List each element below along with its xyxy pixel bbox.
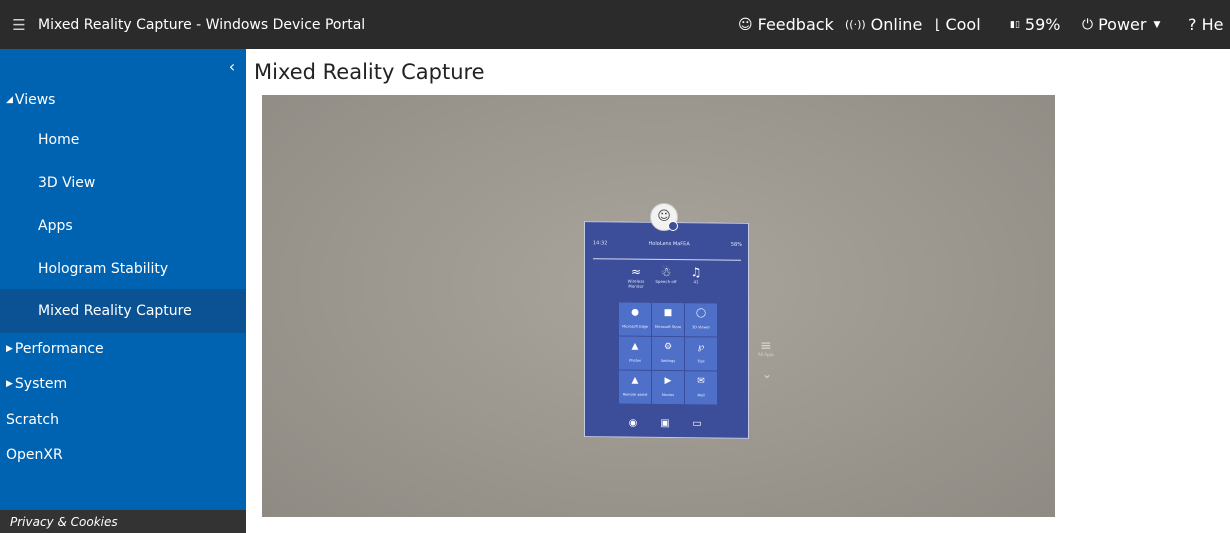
holo-quick-label: 41 xyxy=(693,279,699,285)
wireless-signal-icon: ((·)) xyxy=(845,18,866,31)
thermal-label: Cool xyxy=(945,15,981,34)
sidebar-item-openxr[interactable]: OpenXR xyxy=(0,435,246,475)
help-label: ? He xyxy=(1188,15,1224,34)
sidebar-item-label: 3D View xyxy=(38,175,96,191)
privacy-cookies-link[interactable]: Privacy & Cookies xyxy=(0,510,246,533)
holo-quick-action: ☃ Speech off xyxy=(651,265,681,291)
online-status[interactable]: ((·)) Online xyxy=(845,0,922,49)
tips-icon: ℘ xyxy=(697,342,705,353)
sidebar-item-scratch[interactable]: Scratch xyxy=(0,400,246,440)
feedback-button[interactable]: ☺ Feedback xyxy=(738,0,834,49)
all-apps-label: All Apps xyxy=(758,352,775,357)
hololens-start-menu: 14:32 HoloLens MaFEA 58% ≈ Wireless Moni… xyxy=(584,221,749,439)
photos-icon: ▲ xyxy=(631,341,639,352)
collapse-sidebar-button[interactable]: ‹ xyxy=(222,57,242,77)
sidebar-item-hologram-stability[interactable]: Hologram Stability xyxy=(0,247,246,291)
caret-down-icon: ▼ xyxy=(1153,19,1161,30)
nav-group-views-label: Views xyxy=(14,92,56,108)
chevron-left-icon: ‹ xyxy=(228,57,236,76)
online-label: Online xyxy=(870,15,923,34)
triangle-right-icon: ▶ xyxy=(6,379,13,389)
top-bar: ☰ Mixed Reality Capture - Windows Device… xyxy=(0,0,1230,49)
holo-quick-action: ♫ 41 xyxy=(681,265,711,291)
power-menu-button[interactable]: ⏻ Power ▼ xyxy=(1082,0,1160,49)
smiley-icon: ☺ xyxy=(738,16,753,33)
hamburger-icon: ☰ xyxy=(12,15,26,34)
sidebar-item-home[interactable]: Home xyxy=(0,118,246,162)
triangle-down-icon: ◢ xyxy=(6,95,13,105)
holo-quick-label: Wireless Monitor xyxy=(627,278,645,289)
holo-tile: ◯ 3D Viewer xyxy=(685,303,717,337)
sidebar-item-apps[interactable]: Apps xyxy=(0,204,246,248)
thermometer-icon: ⌊ xyxy=(935,16,941,33)
nav-group-views[interactable]: ◢ Views xyxy=(0,78,246,122)
sidebar-item-label: Hologram Stability xyxy=(38,261,169,277)
holo-tile: ℘ Tips xyxy=(685,337,717,371)
help-button[interactable]: ? He xyxy=(1188,0,1223,49)
sidebar-item-label: Apps xyxy=(38,218,73,234)
sidebar-item-label: Scratch xyxy=(6,412,59,428)
sidebar-item-mixed-reality-capture[interactable]: Mixed Reality Capture xyxy=(0,289,246,333)
holo-battery: 58% xyxy=(730,241,742,248)
video-icon: ▣ xyxy=(660,417,670,430)
camera-icon: ◉ xyxy=(628,417,638,429)
battery-status[interactable]: ▮▯ 59% xyxy=(1010,0,1060,49)
nav-group-system-label: System xyxy=(14,376,68,392)
movies-icon: ▶ xyxy=(664,375,672,387)
battery-label: 59% xyxy=(1024,15,1061,34)
store-icon: ■ xyxy=(663,307,673,319)
capture-preview: 14:32 HoloLens MaFEA 58% ≈ Wireless Moni… xyxy=(262,95,1055,517)
hamburger-menu-button[interactable]: ☰ xyxy=(0,0,38,49)
holo-tile: ▲ Photos xyxy=(619,336,651,370)
holo-tile: ⚙ Settings xyxy=(652,336,684,371)
holo-divider xyxy=(593,258,741,261)
holo-badge-indicator xyxy=(668,221,678,231)
holo-tile: ▲ Remote assist xyxy=(619,370,651,404)
mail-icon: ✉ xyxy=(697,376,705,387)
sidebar-item-label: Home xyxy=(38,132,80,148)
remote-assist-icon: ▲ xyxy=(631,375,639,386)
chevron-down-icon: ⌄ xyxy=(762,367,773,381)
wireless-icon: ≈ xyxy=(630,264,642,279)
volume-icon: ♫ xyxy=(690,265,702,280)
feedback-label: Feedback xyxy=(757,15,834,34)
thermal-status[interactable]: ⌊ Cool xyxy=(935,0,981,49)
settings-icon: ⚙ xyxy=(663,341,673,353)
holo-tile: ▶ Movies xyxy=(652,370,684,405)
holo-quick-label: Speech off xyxy=(655,278,677,285)
cube-icon: ◯ xyxy=(695,308,707,319)
holo-tile: ■ Microsoft Store xyxy=(652,302,684,337)
holo-status-row: 14:32 HoloLens MaFEA 58% xyxy=(585,240,750,256)
battery-icon: ▮▯ xyxy=(1010,19,1020,30)
edge-icon: ● xyxy=(631,307,639,318)
holo-tile: ✉ Mail xyxy=(685,371,717,405)
holo-time: 14:32 xyxy=(593,240,608,247)
nav-group-performance[interactable]: ▶ Performance xyxy=(0,329,246,369)
cast-icon: ▭ xyxy=(692,418,702,430)
holo-tile: ● Microsoft Edge xyxy=(619,302,651,336)
app-title: Mixed Reality Capture - Windows Device P… xyxy=(38,16,366,33)
holo-quick-action: ≈ Wireless Monitor xyxy=(621,265,651,291)
page-title: Mixed Reality Capture xyxy=(254,60,485,84)
sidebar-item-label: OpenXR xyxy=(6,447,63,463)
power-icon: ⏻ xyxy=(1082,16,1094,33)
nav-group-system[interactable]: ▶ System xyxy=(0,364,246,404)
microphone-icon: ☃ xyxy=(660,264,672,280)
power-label: Power xyxy=(1098,15,1147,34)
sidebar: ‹ ◢ Views Home 3D View Apps Hologram Sta… xyxy=(0,49,246,533)
privacy-cookies-label: Privacy & Cookies xyxy=(10,514,118,529)
holo-device-name: HoloLens MaFEA xyxy=(648,240,690,248)
nav-group-performance-label: Performance xyxy=(14,341,104,357)
triangle-right-icon: ▶ xyxy=(6,344,13,354)
sidebar-item-3d-view[interactable]: 3D View xyxy=(0,161,246,205)
sidebar-item-label: Mixed Reality Capture xyxy=(38,303,192,319)
